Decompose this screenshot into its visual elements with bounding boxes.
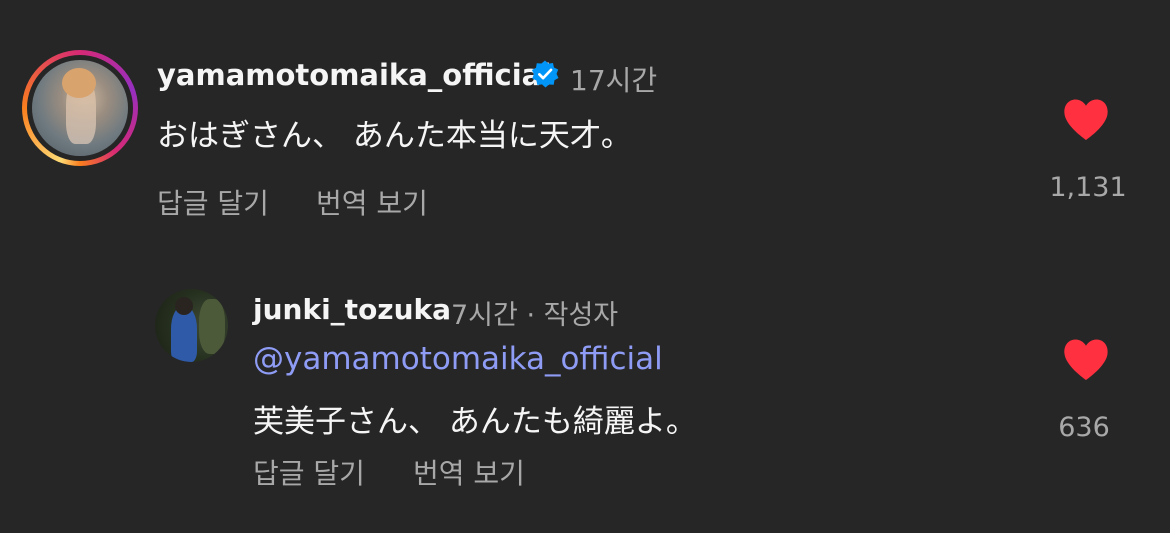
like-count: 1,131 [1049, 172, 1127, 203]
see-translation-button[interactable]: 번역 보기 [413, 452, 525, 492]
reply-text: 芙美子さん、 あんたも綺麗よ。 [253, 404, 697, 440]
verified-badge-icon [531, 60, 559, 88]
comment-timestamp: 17시간 [570, 64, 658, 97]
avatar [32, 60, 128, 156]
comment-text: おはぎさん、 あんた本当に天才。 [157, 118, 632, 154]
reply-button[interactable]: 답글 달기 [157, 182, 269, 222]
like-count: 636 [1058, 412, 1110, 443]
reply-timestamp: 7시간 · 작성자 [451, 300, 619, 331]
reply-button[interactable]: 답글 달기 [253, 452, 365, 492]
avatar[interactable] [155, 289, 228, 362]
comments-screen: yamamotomaika_official 17시간 おはぎさん、 あんた本当… [0, 0, 1170, 533]
heart-icon[interactable] [1062, 338, 1110, 382]
heart-icon[interactable] [1062, 98, 1110, 142]
avatar-story-ring[interactable] [22, 50, 138, 166]
reply-mention-link[interactable]: @yamamotomaika_official [253, 341, 663, 377]
comment-username[interactable]: yamamotomaika_official [157, 58, 551, 92]
see-translation-button[interactable]: 번역 보기 [316, 182, 428, 222]
reply-username[interactable]: junki_tozuka [253, 293, 451, 326]
